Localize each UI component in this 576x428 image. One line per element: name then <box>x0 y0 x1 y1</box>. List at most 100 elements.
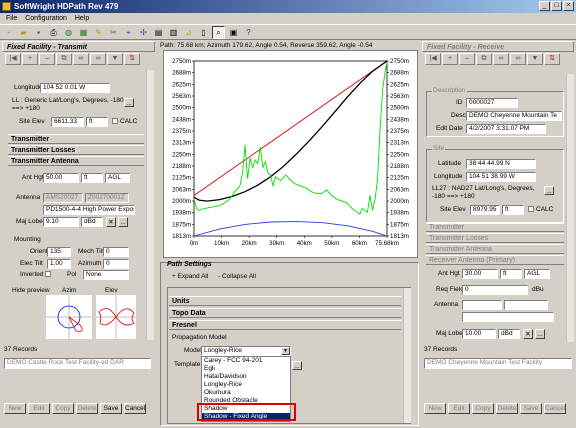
transmit-delete-button[interactable]: Delete <box>76 403 98 414</box>
antenna-description[interactable]: PD1500-4-4 High Power Expos <box>43 205 135 215</box>
print-icon[interactable]: ⎙ <box>47 26 60 39</box>
section-transmitter[interactable]: Transmitter <box>8 134 144 144</box>
new-icon[interactable]: ▫ <box>2 26 15 39</box>
transmit-record-select[interactable]: DEMO Castle Rock Test Facility-ed DAR <box>4 358 151 369</box>
maj-lobe-field[interactable]: 9.10 <box>43 217 79 227</box>
expand-all-link[interactable]: + Expand All <box>172 273 208 280</box>
receive-delete-button[interactable]: Delete <box>496 403 518 414</box>
section-transmitter[interactable]: Transmitter <box>426 222 564 232</box>
rx-ant-hgt-unit-select[interactable]: ft <box>500 269 522 279</box>
section-fresnel[interactable]: Fresnel <box>169 320 401 330</box>
transmit-scrollbar[interactable] <box>146 70 154 340</box>
pencil-icon[interactable]: ✎ <box>92 26 105 39</box>
id-field[interactable]: 0000027 <box>466 98 518 108</box>
section-receiver-antenna[interactable]: Receiver Antenna (Primary) <box>426 255 564 265</box>
menu-help[interactable]: Help <box>75 15 89 22</box>
receive-scrollbar[interactable] <box>566 74 574 342</box>
rx-antenna-browse-button[interactable]: ... <box>535 329 545 339</box>
model-option[interactable]: Egli <box>202 365 290 373</box>
mech-tilt-field[interactable]: 0 <box>103 247 129 257</box>
first-record-icon[interactable]: |◀ <box>5 53 21 65</box>
inverted-checkbox[interactable] <box>45 271 51 277</box>
chevron-down-icon[interactable]: ▼ <box>281 347 290 355</box>
rx-ant-hgt-ref-select[interactable]: AGL <box>524 269 550 279</box>
search-icon[interactable]: ⌕ <box>212 26 225 39</box>
hide-preview-label[interactable]: Hide preview <box>12 287 50 294</box>
add-icon[interactable]: + <box>22 53 38 65</box>
transmit-copy-button[interactable]: Copy <box>52 403 74 414</box>
transmit-new-button[interactable]: New <box>4 403 26 414</box>
save-icon[interactable]: ▪ <box>32 26 45 39</box>
receive-copy-button[interactable]: Copy <box>472 403 494 414</box>
add-icon[interactable]: + <box>442 53 458 65</box>
rx-antenna-code1[interactable] <box>462 300 502 310</box>
minimize-button[interactable]: _ <box>539 1 550 11</box>
latitude-field[interactable]: 38 44 44.99 N <box>466 159 536 169</box>
app-icon[interactable] <box>2 2 11 11</box>
filter-icon[interactable]: ▼ <box>527 53 543 65</box>
receive-record-select[interactable]: DEMO Cheyenne Mountain Test Facility <box>424 358 572 369</box>
req-field-input[interactable]: 0 <box>462 285 528 295</box>
rx-maj-lobe-unit-select[interactable]: dBd <box>498 329 520 339</box>
transmit-edit-button[interactable]: Edit <box>28 403 50 414</box>
menu-file[interactable]: File <box>6 15 17 22</box>
sort-icon[interactable]: ⇅ <box>544 53 560 65</box>
orient-field[interactable]: 135 <box>47 247 71 257</box>
copy-icon[interactable]: ⧉ <box>476 53 492 65</box>
maj-lobe-unit-select[interactable]: dBd <box>81 217 103 227</box>
copy-icon[interactable]: ⧉ <box>56 53 72 65</box>
calc-checkbox[interactable] <box>528 206 534 212</box>
section-units[interactable]: Units <box>169 296 401 306</box>
ant-hgt-field[interactable]: 50.00 <box>43 173 79 183</box>
model-select[interactable]: Longley-Rice <box>201 346 291 356</box>
binoculars-next-icon[interactable]: ∞ <box>90 53 106 65</box>
section-transmitter-losses[interactable]: Transmitter Losses <box>426 233 564 243</box>
ll-browse-button[interactable]: ... <box>124 98 134 107</box>
menu-configuration[interactable]: Configuration <box>25 15 67 22</box>
help-icon[interactable]: ? <box>242 26 255 39</box>
azimuth-field[interactable]: 0 <box>103 259 129 269</box>
grid-icon[interactable]: ▤ <box>152 26 165 39</box>
binoculars-icon[interactable]: ∞ <box>73 53 89 65</box>
site-elev-unit-select[interactable]: ft <box>502 205 524 215</box>
receive-save-button[interactable]: Save <box>520 403 542 414</box>
rx-antenna-description[interactable] <box>462 312 554 322</box>
binoculars-next-icon[interactable]: ∞ <box>510 53 526 65</box>
binoculars-icon[interactable]: ∞ <box>493 53 509 65</box>
model-option[interactable]: Okumura <box>202 389 290 397</box>
site-elev-field[interactable]: 8979.95 <box>470 205 500 215</box>
desc-field[interactable]: DEMO Cheyenne Mountain Te <box>466 111 562 121</box>
receive-cancel-button[interactable]: Cancel <box>544 403 566 414</box>
model-option[interactable]: Hata/Davidson <box>202 373 290 381</box>
rx-antenna-code2[interactable] <box>504 300 548 310</box>
path-settings-scrollbar[interactable] <box>403 288 411 423</box>
first-record-icon[interactable]: |◀ <box>425 53 441 65</box>
calc-checkbox[interactable] <box>112 118 118 124</box>
tools-icon[interactable]: ✂ <box>107 26 120 39</box>
ant-hgt-unit-select[interactable]: ft <box>81 173 103 183</box>
receive-edit-button[interactable]: Edit <box>448 403 470 414</box>
longitude-field[interactable]: 104 52 0.01 W <box>40 83 110 93</box>
table-icon[interactable]: ▥ <box>167 26 180 39</box>
antenna-clear-button[interactable]: ✕ <box>106 217 116 227</box>
collapse-all-link[interactable]: - Collapse All <box>218 273 256 280</box>
section-transmitter-antenna[interactable]: Transmitter Antenna <box>426 244 564 254</box>
delete-icon[interactable]: – <box>39 53 55 65</box>
antenna-browse-button[interactable]: ... <box>118 217 128 227</box>
ll27-browse-button[interactable]: ... <box>544 186 554 195</box>
antenna-icon[interactable]: ⌖ <box>122 26 135 39</box>
globe-icon[interactable]: ◍ <box>62 26 75 39</box>
settings-icon[interactable]: ▣ <box>227 26 240 39</box>
open-icon[interactable]: ▰ <box>17 26 30 39</box>
compass-icon[interactable]: ✣ <box>137 26 150 39</box>
sort-icon[interactable]: ⇅ <box>124 53 140 65</box>
filter-icon[interactable]: ▼ <box>107 53 123 65</box>
receive-new-button[interactable]: New <box>424 403 446 414</box>
document-icon[interactable]: ▯ <box>197 26 210 39</box>
section-topo-data[interactable]: Topo Data <box>169 308 401 318</box>
delete-icon[interactable]: – <box>459 53 475 65</box>
section-transmitter-antenna[interactable]: Transmitter Antenna <box>8 156 144 166</box>
close-button[interactable]: × <box>563 1 574 11</box>
template-browse-button[interactable]: ... <box>292 361 302 370</box>
profile-icon[interactable]: ⊿ <box>182 26 195 39</box>
